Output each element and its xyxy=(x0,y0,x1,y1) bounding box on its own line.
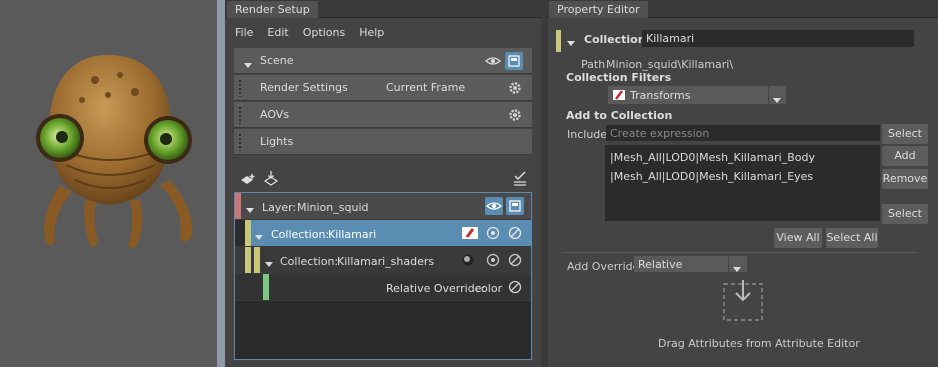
override-prefix: Relative Override: xyxy=(386,282,486,295)
scene-row[interactable]: Scene xyxy=(234,48,532,74)
collection-header-label: Collection: xyxy=(584,33,650,46)
scene-expand-arrow-icon[interactable] xyxy=(244,58,252,71)
remove-button[interactable]: Remove xyxy=(882,169,928,189)
viewport[interactable] xyxy=(0,0,217,367)
dropdown-arrow-icon[interactable] xyxy=(773,93,781,106)
menu-edit[interactable]: Edit xyxy=(267,26,288,42)
members-list[interactable]: |Mesh_All|LOD0|Mesh_Killamari_Body |Mesh… xyxy=(605,145,880,221)
aovs-row[interactable]: AOVs xyxy=(234,102,532,128)
sub-collection-name: Killamari_shaders xyxy=(337,255,435,268)
layer-visibility-eye-icon[interactable] xyxy=(485,197,503,215)
collection-name-field[interactable]: Killamari xyxy=(642,30,914,47)
property-editor-tab-strip: Property Editor xyxy=(547,0,938,18)
add-to-collection-heading: Add to Collection xyxy=(566,109,673,122)
override-row[interactable]: Relative Override: color xyxy=(235,274,531,301)
dropdown-arrow-icon[interactable] xyxy=(733,262,741,275)
collection-header-arrow-icon[interactable] xyxy=(567,36,575,49)
aovs-gear-icon[interactable] xyxy=(508,108,522,122)
property-editor-body: Collection: Killamari Path Minion_squid\… xyxy=(547,18,938,367)
override-value: Relative xyxy=(638,258,683,271)
shader-filter-icon xyxy=(462,254,474,266)
render-settings-value: Current Frame xyxy=(386,81,466,94)
lights-label: Lights xyxy=(260,135,294,148)
render-setup-menubar: File Edit Options Help xyxy=(235,26,398,42)
collection-row[interactable]: Collection: Killamari xyxy=(235,220,531,247)
render-setup-outliner[interactable]: Layer: Minion_squid Collection: Killamar… xyxy=(234,192,532,360)
render-settings-row[interactable]: Render Settings Current Frame xyxy=(234,75,532,101)
include-select-button[interactable]: Select xyxy=(882,124,928,144)
list-item[interactable]: |Mesh_All|LOD0|Mesh_Killamari_Eyes xyxy=(610,170,813,183)
drag-grip-icon[interactable] xyxy=(238,133,242,151)
collection-disable-icon[interactable] xyxy=(508,226,522,240)
layer-prefix: Layer: xyxy=(262,201,297,214)
filter-value: Transforms xyxy=(630,89,691,102)
squid-character-render xyxy=(36,55,193,249)
layer-expand-arrow-icon[interactable] xyxy=(246,203,254,216)
render-visible-layers-icon[interactable] xyxy=(513,171,527,187)
collection-color-stripe xyxy=(245,247,251,273)
tab-render-setup[interactable]: Render Setup xyxy=(227,1,318,18)
override-attribute: color xyxy=(475,282,503,295)
import-layer-icon[interactable] xyxy=(263,170,279,188)
tab-property-editor[interactable]: Property Editor xyxy=(549,1,648,18)
render-settings-label: Render Settings xyxy=(260,81,348,94)
lights-row[interactable]: Lights xyxy=(234,129,532,155)
aovs-label: AOVs xyxy=(260,108,290,121)
render-setup-tab-strip: Render Setup xyxy=(225,0,541,18)
include-label: Include xyxy=(567,128,608,141)
layer-render-toggle-icon[interactable] xyxy=(506,197,524,215)
drag-hint-text: Drag Attributes from Attribute Editor xyxy=(658,337,860,350)
add-button[interactable]: Add xyxy=(882,146,928,166)
add-override-dropdown[interactable]: Relative xyxy=(634,256,747,272)
collection-filters-heading: Collection Filters xyxy=(566,71,672,84)
sub-collection-disable-icon[interactable] xyxy=(508,253,522,267)
menu-help[interactable]: Help xyxy=(359,26,384,42)
drag-grip-icon[interactable] xyxy=(238,79,242,97)
add-override-label: Add Override xyxy=(567,260,640,273)
property-editor-panel: Property Editor Collection: Killamari Pa… xyxy=(547,0,938,367)
sub-collection-prefix: Collection: xyxy=(280,255,339,268)
sub-collection-color-stripe xyxy=(254,247,260,273)
collection-prefix: Collection: xyxy=(271,228,330,241)
collection-expand-arrow-icon[interactable] xyxy=(255,230,263,243)
create-layer-icon[interactable] xyxy=(239,172,257,188)
sub-collection-isolate-icon[interactable] xyxy=(486,253,500,267)
render-settings-gear-icon[interactable] xyxy=(508,81,522,95)
menu-options[interactable]: Options xyxy=(303,26,345,42)
scene-render-toggle-icon[interactable] xyxy=(505,52,523,70)
viewport-divider[interactable] xyxy=(217,0,225,367)
path-label: Path xyxy=(581,58,606,71)
section-divider xyxy=(562,252,918,253)
members-select-button[interactable]: Select xyxy=(882,204,928,224)
layer-row[interactable]: Layer: Minion_squid xyxy=(235,193,531,220)
menu-file[interactable]: File xyxy=(235,26,253,42)
render-setup-panel: Render Setup File Edit Options Help Scen… xyxy=(225,0,541,367)
transform-filter-icon xyxy=(613,90,625,100)
layer-name: Minion_squid xyxy=(297,201,369,214)
collection-isolate-icon[interactable] xyxy=(486,226,500,240)
override-color-stripe xyxy=(263,274,269,300)
collection-header-stripe xyxy=(556,30,561,52)
dropdown-separator xyxy=(728,256,729,272)
layer-color-stripe xyxy=(235,193,241,219)
collection-name: Killamari xyxy=(328,228,377,241)
scene-visibility-eye-icon[interactable] xyxy=(484,52,502,70)
view-all-button[interactable]: View All xyxy=(774,228,822,248)
sub-collection-expand-arrow-icon[interactable] xyxy=(265,257,273,270)
collection-filter-dropdown[interactable]: Transforms xyxy=(608,86,786,104)
path-value: Minion_squid\Killamari\ xyxy=(606,58,734,71)
select-all-button[interactable]: Select All xyxy=(826,228,878,248)
transform-filter-icon xyxy=(462,227,478,239)
override-disable-icon[interactable] xyxy=(508,280,522,294)
drop-target-icon[interactable] xyxy=(722,280,764,322)
scene-label: Scene xyxy=(260,54,294,67)
drag-grip-icon[interactable] xyxy=(238,106,242,124)
sub-collection-row[interactable]: Collection: Killamari_shaders xyxy=(235,247,531,274)
dropdown-separator xyxy=(768,86,769,104)
list-item[interactable]: |Mesh_All|LOD0|Mesh_Killamari_Body xyxy=(610,151,815,164)
include-expression-input[interactable]: Create expression xyxy=(606,125,880,141)
